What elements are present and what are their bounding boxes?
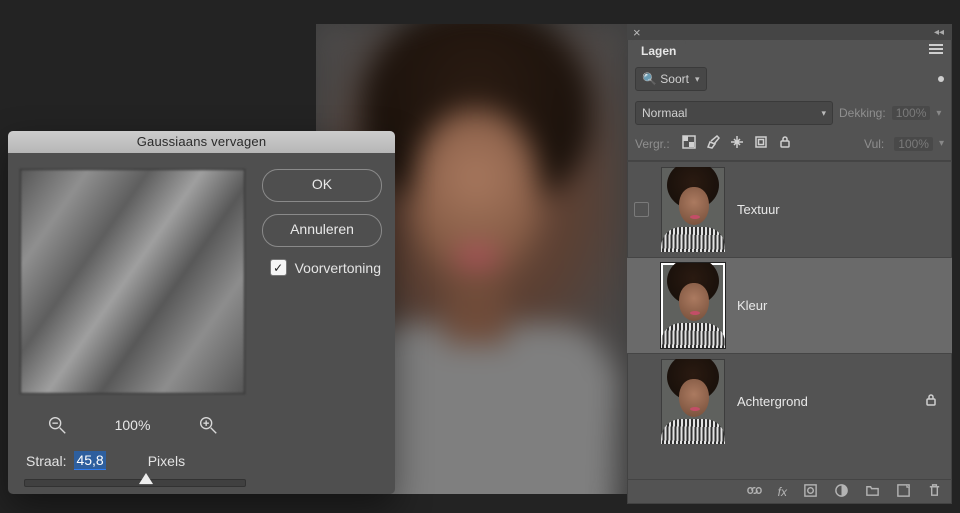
blur-preview[interactable] (20, 169, 245, 394)
blend-mode-select[interactable]: Normaal ▾ (635, 101, 833, 125)
lock-transparency-icon[interactable] (682, 135, 696, 152)
panel-footer: fx (627, 479, 952, 504)
panel-menu-icon[interactable] (929, 43, 945, 55)
dialog-title: Gaussiaans vervagen (8, 131, 395, 153)
lock-brush-icon[interactable] (706, 135, 720, 152)
lock-all-icon[interactable] (778, 135, 792, 152)
lock-label: Vergr.: (635, 137, 670, 151)
preview-checkbox-label: Voorvertoning (295, 260, 381, 276)
layers-panel: × ◂◂ Lagen 🔍 Soort ▾ Normaal ▾ Dekking: … (627, 24, 952, 504)
layer-thumbnail[interactable] (661, 359, 725, 444)
layer-thumbnail[interactable] (661, 167, 725, 252)
fill-label: Vul: (864, 137, 884, 151)
zoom-out-icon[interactable] (46, 414, 68, 436)
close-icon[interactable]: × (633, 25, 641, 40)
radius-input[interactable]: 45,8 (74, 451, 105, 470)
blend-mode-value: Normaal (642, 106, 687, 120)
radius-slider-track[interactable] (24, 479, 246, 487)
filter-toggle-icon[interactable] (938, 76, 944, 82)
layer-row[interactable]: Kleur (627, 257, 952, 353)
radius-units: Pixels (148, 453, 185, 469)
radius-label: Straal: (26, 453, 66, 469)
layer-name[interactable]: Textuur (731, 202, 780, 217)
layers-list: Textuur Kleur Achtergrond (627, 161, 952, 479)
add-mask-icon[interactable] (803, 483, 818, 501)
radius-slider-thumb[interactable] (139, 473, 153, 484)
layer-name[interactable]: Achtergrond (731, 394, 808, 409)
fx-icon[interactable]: fx (778, 485, 787, 499)
layer-thumbnail[interactable] (661, 263, 725, 348)
opacity-label: Dekking: (839, 106, 886, 120)
filter-type-select[interactable]: 🔍 Soort ▾ (635, 67, 707, 91)
adjustment-layer-icon[interactable] (834, 483, 849, 501)
gaussian-blur-dialog: Gaussiaans vervagen OK Annuleren ✓ Voorv… (8, 131, 395, 494)
trash-icon[interactable] (927, 483, 942, 501)
zoom-level: 100% (115, 417, 151, 433)
layer-row[interactable]: Textuur (627, 161, 952, 257)
layer-name[interactable]: Kleur (731, 298, 767, 313)
fill-value[interactable]: 100% (894, 137, 933, 151)
lock-position-icon[interactable] (730, 135, 744, 152)
opacity-value[interactable]: 100% (892, 106, 931, 120)
ok-button[interactable]: OK (262, 169, 382, 202)
collapse-icon[interactable]: ◂◂ (934, 27, 944, 38)
filter-type-label: Soort (660, 72, 689, 86)
layer-row[interactable]: Achtergrond (627, 353, 952, 449)
link-layers-icon[interactable] (747, 483, 762, 501)
cancel-button[interactable]: Annuleren (262, 214, 382, 247)
zoom-in-icon[interactable] (197, 414, 219, 436)
lock-icon (924, 393, 938, 410)
tab-layers[interactable]: Lagen (631, 40, 686, 62)
new-group-icon[interactable] (865, 483, 880, 501)
lock-nest-icon[interactable] (754, 135, 768, 152)
visibility-toggle[interactable] (634, 202, 649, 217)
new-layer-icon[interactable] (896, 483, 911, 501)
preview-checkbox[interactable]: ✓ (270, 259, 287, 276)
